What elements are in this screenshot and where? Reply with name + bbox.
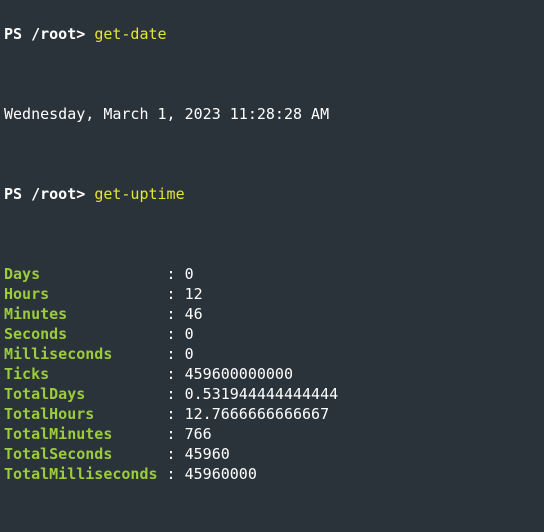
uptime-key: Hours: [4, 285, 158, 303]
uptime-value: 0: [185, 345, 194, 363]
prompt: PS /root>: [4, 25, 85, 43]
prompt-line: PS /root> get-uptime: [4, 184, 540, 204]
uptime-key: Minutes: [4, 305, 158, 323]
separator: :: [158, 265, 185, 283]
separator: :: [158, 305, 185, 323]
uptime-key: Days: [4, 265, 158, 283]
prompt: PS /root>: [4, 185, 85, 203]
uptime-value: 766: [185, 425, 212, 443]
separator: :: [158, 325, 185, 343]
uptime-row: TotalDays : 0.531944444444444: [4, 384, 540, 404]
separator: :: [158, 405, 185, 423]
uptime-value: 46: [185, 305, 203, 323]
uptime-key: TotalSeconds: [4, 445, 158, 463]
uptime-value: 0: [185, 325, 194, 343]
uptime-row: TotalHours : 12.7666666666667: [4, 404, 540, 424]
uptime-row: TotalMinutes : 766: [4, 424, 540, 444]
command-get-date: get-date: [94, 25, 166, 43]
uptime-row: Minutes : 46: [4, 304, 540, 324]
separator: :: [158, 425, 185, 443]
uptime-key: TotalMilliseconds: [4, 465, 158, 483]
separator: :: [158, 445, 185, 463]
uptime-row: TotalSeconds : 45960: [4, 444, 540, 464]
uptime-row: Seconds : 0: [4, 324, 540, 344]
uptime-row: Days : 0: [4, 264, 540, 284]
separator: :: [158, 385, 185, 403]
uptime-value: 0: [185, 265, 194, 283]
uptime-row: Ticks : 459600000000: [4, 364, 540, 384]
blank-line: [4, 64, 540, 84]
uptime-value: 12.7666666666667: [185, 405, 330, 423]
uptime-row: Hours : 12: [4, 284, 540, 304]
separator: :: [158, 365, 185, 383]
terminal[interactable]: PS /root> get-date Wednesday, March 1, 2…: [0, 0, 544, 532]
uptime-value: 45960000: [185, 465, 257, 483]
separator: :: [158, 345, 185, 363]
separator: :: [158, 465, 185, 483]
uptime-key: TotalMinutes: [4, 425, 158, 443]
uptime-key: TotalDays: [4, 385, 158, 403]
separator: :: [158, 285, 185, 303]
uptime-value: 0.531944444444444: [185, 385, 339, 403]
uptime-key: TotalHours: [4, 405, 158, 423]
uptime-key: Milliseconds: [4, 345, 158, 363]
blank-line: [4, 504, 540, 524]
uptime-value: 459600000000: [185, 365, 293, 383]
uptime-value: 45960: [185, 445, 230, 463]
command-get-uptime: get-uptime: [94, 185, 184, 203]
uptime-key: Ticks: [4, 365, 158, 383]
uptime-value: 12: [185, 285, 203, 303]
uptime-row: Milliseconds : 0: [4, 344, 540, 364]
blank-line: [4, 224, 540, 244]
uptime-row: TotalMilliseconds : 45960000: [4, 464, 540, 484]
blank-line: [4, 144, 540, 164]
get-date-output: Wednesday, March 1, 2023 11:28:28 AM: [4, 104, 540, 124]
prompt-line: PS /root> get-date: [4, 24, 540, 44]
uptime-key: Seconds: [4, 325, 158, 343]
